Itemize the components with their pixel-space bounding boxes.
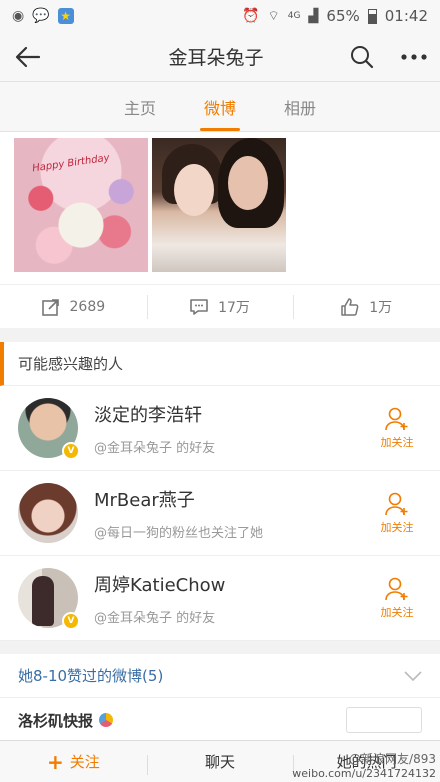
wifi-icon: ⌔: [267, 9, 280, 24]
wechat-notify-icon: 💬: [32, 8, 50, 24]
thumbs-up-icon: [341, 297, 359, 316]
liked-posts-label: 她8-10赞过的微博(5): [18, 667, 164, 685]
profile-tabs: 主页 微博 相册: [0, 82, 440, 132]
avatar[interactable]: V: [18, 398, 80, 460]
recommend-info: 淡定的李浩轩 @金耳朵兔子 的好友: [94, 401, 372, 456]
nav-bar: 金耳朵兔子: [0, 32, 440, 82]
photo-two-women[interactable]: [152, 138, 286, 272]
comment-count: 17万: [218, 299, 250, 316]
page-title: 金耳朵兔子: [168, 47, 264, 69]
battery-percent: 65%: [326, 7, 360, 25]
notification-icons: ◉ 💬 ★: [12, 8, 74, 24]
arrow-left-icon: [15, 46, 41, 67]
plus-icon: +: [46, 749, 64, 774]
add-user-icon: [385, 492, 408, 516]
system-icons: ⏰ ⌔ 4G ▟ 65% 01:42: [242, 7, 428, 25]
follow-label: 加关注: [380, 606, 414, 619]
follow-button[interactable]: 加关注: [372, 491, 422, 535]
more-button[interactable]: [388, 32, 440, 82]
colorful-badge-icon: [99, 713, 114, 727]
avatar[interactable]: V: [18, 568, 80, 630]
next-post-row[interactable]: 洛杉矶快报: [0, 698, 440, 742]
watermark-url: weibo.com/u/2341724132: [292, 766, 436, 780]
watermark: @新浪网友/893 weibo.com/u/2341724132: [292, 752, 436, 780]
signal-icon: ▟: [308, 8, 319, 24]
relation-text: @每日一狗的粉丝也关注了她: [94, 525, 264, 541]
star-app-icon: ★: [57, 8, 74, 24]
post-photos: Happy Birthday: [0, 132, 440, 284]
recommend-info: 周婷KatieChow @金耳朵兔子 的好友: [94, 571, 372, 626]
verified-badge-icon: V: [62, 612, 80, 630]
user-name[interactable]: 淡定的李浩轩: [94, 401, 372, 427]
next-post-action[interactable]: [346, 707, 422, 733]
relation-text: @金耳朵兔子 的好友: [94, 610, 216, 626]
tab-weibo[interactable]: 微博: [199, 81, 241, 133]
relation-text: @金耳朵兔子 的好友: [94, 440, 216, 456]
more-dots-icon: [401, 53, 427, 60]
search-icon: [351, 45, 374, 68]
user-name[interactable]: MrBear燕子: [94, 486, 372, 512]
follow-label: 加关注: [380, 436, 414, 449]
alarm-icon: ⏰: [242, 8, 260, 24]
tab-home[interactable]: 主页: [124, 81, 156, 133]
recommend-info: MrBear燕子 @每日一狗的粉丝也关注了她: [94, 486, 372, 541]
comment-icon: [190, 298, 208, 315]
like-count: 1万: [369, 299, 393, 316]
recommended-people: 可能感兴趣的人 V 淡定的李浩轩 @金耳朵兔子 的好友 加关注 MrBear燕子…: [0, 342, 440, 641]
search-button[interactable]: [336, 32, 388, 82]
watermark-user: @新浪网友/893: [349, 752, 436, 767]
follow-main-button[interactable]: + 关注: [0, 750, 147, 774]
follow-button[interactable]: 加关注: [372, 576, 422, 620]
cake-inscription: Happy Birthday: [31, 152, 111, 175]
add-user-icon: [385, 577, 408, 601]
repost-count: 2689: [69, 298, 106, 315]
avatar[interactable]: [18, 483, 78, 543]
post-actions: 2689 17万 1万: [0, 284, 440, 328]
user-name[interactable]: 周婷KatieChow: [94, 571, 372, 597]
follow-main-label: 关注: [69, 753, 100, 771]
follow-label: 加关注: [380, 521, 414, 534]
back-button[interactable]: [0, 32, 56, 82]
clock: 01:42: [384, 7, 428, 25]
next-post-title: 洛杉矶快报: [18, 711, 94, 730]
verified-badge-icon: V: [62, 442, 80, 460]
list-item[interactable]: V 淡定的李浩轩 @金耳朵兔子 的好友 加关注: [0, 386, 440, 471]
chat-label: 聊天: [205, 753, 236, 771]
chevron-down-icon: [404, 670, 422, 681]
weibo-notify-icon: ◉: [12, 8, 25, 24]
liked-posts-row[interactable]: 她8-10赞过的微博(5): [0, 654, 440, 698]
status-bar: ◉ 💬 ★ ⏰ ⌔ 4G ▟ 65% 01:42: [0, 0, 440, 32]
recommend-header: 可能感兴趣的人: [0, 342, 440, 386]
follow-button[interactable]: 加关注: [372, 406, 422, 450]
comment-button[interactable]: 17万: [146, 285, 294, 328]
chat-button[interactable]: 聊天: [146, 751, 294, 775]
network-type: 4G: [287, 11, 301, 21]
repost-icon: [41, 298, 59, 316]
like-button[interactable]: 1万: [293, 285, 440, 328]
list-item[interactable]: MrBear燕子 @每日一狗的粉丝也关注了她 加关注: [0, 471, 440, 556]
repost-button[interactable]: 2689: [0, 285, 147, 328]
photo-birthday-cake[interactable]: Happy Birthday: [14, 138, 148, 272]
add-user-icon: [385, 407, 408, 431]
tab-album[interactable]: 相册: [284, 81, 316, 133]
battery-icon: [367, 8, 377, 24]
list-item[interactable]: V 周婷KatieChow @金耳朵兔子 的好友 加关注: [0, 556, 440, 641]
